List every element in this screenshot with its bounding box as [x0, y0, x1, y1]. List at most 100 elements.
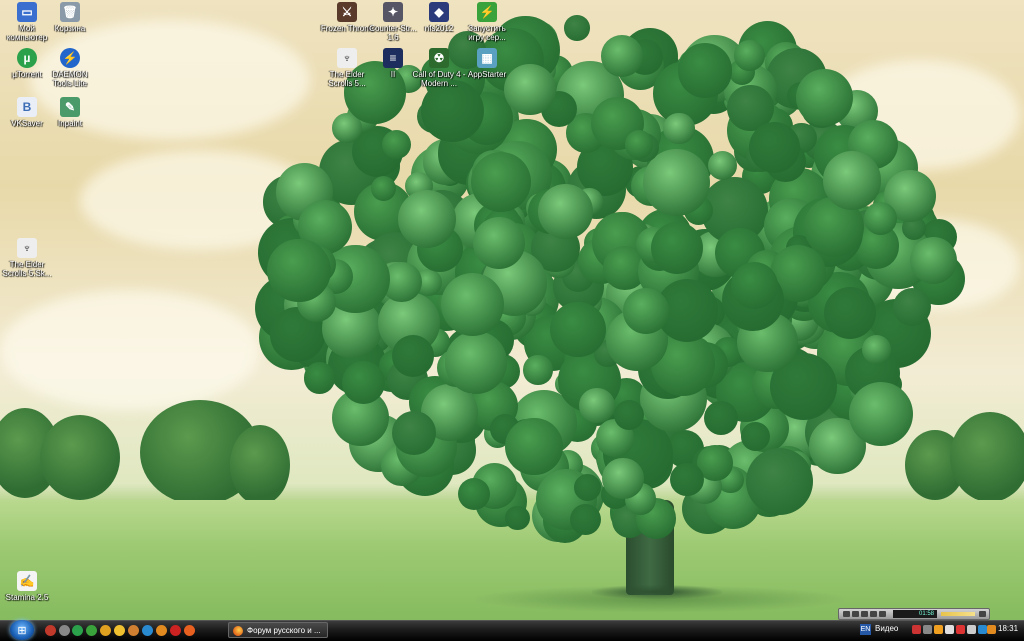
taskbar-button-label: Форум русского и ... — [247, 626, 321, 635]
leaf-cluster — [740, 421, 770, 451]
leaf-cluster — [381, 130, 411, 160]
leaf-cluster — [523, 355, 553, 385]
leaf-cluster — [573, 473, 601, 501]
leaf-cluster — [822, 150, 882, 210]
stamina-icon: ✍ — [17, 571, 37, 591]
leaf-cluster — [650, 221, 704, 275]
leaf-cluster — [441, 272, 505, 336]
daemon-tools-icon: ⚡ — [60, 48, 80, 68]
volume-slider[interactable] — [941, 612, 975, 616]
taskbar-button-firefox[interactable]: Форум русского и ... — [228, 622, 328, 638]
stop-icon[interactable] — [861, 611, 868, 617]
leaf-cluster — [864, 201, 898, 235]
leaf-cluster — [703, 401, 739, 436]
quicklaunch-media-icon[interactable] — [156, 625, 167, 636]
quicklaunch-chrome-icon[interactable] — [100, 625, 111, 636]
next-icon[interactable] — [879, 611, 886, 617]
tray-arrow-icon[interactable] — [912, 625, 921, 634]
desktop-icon-launch-game[interactable]: ⚡ Запустить игру сер... — [460, 2, 514, 42]
previous-icon[interactable] — [870, 611, 877, 617]
leaf-cluster — [677, 43, 733, 99]
leaf-cluster — [746, 447, 814, 516]
play-icon[interactable] — [843, 611, 850, 617]
desktop-icon-nfs[interactable]: ◆ nfs2012 — [412, 2, 466, 33]
quicklaunch-utorrent-icon[interactable] — [72, 625, 83, 636]
expand-icon[interactable] — [979, 611, 986, 617]
desktop-icon-recycle-bin[interactable]: 🗑 Корзина — [43, 2, 97, 33]
quicklaunch-game-icon[interactable] — [86, 625, 97, 636]
recycle-bin-icon: 🗑 — [60, 2, 80, 22]
leaf-cluster — [600, 35, 643, 78]
leaf-cluster — [795, 68, 853, 126]
cloud — [0, 290, 260, 410]
leaf-cluster — [392, 410, 437, 455]
frozen-throne-icon: ⚔ — [337, 2, 357, 22]
leaf-cluster — [602, 457, 644, 500]
leaf-cluster — [473, 217, 526, 270]
leaf-cluster — [622, 288, 669, 335]
desktop-icon-stamina[interactable]: ✍ Stamina 2.5 — [0, 571, 54, 602]
media-time-display: 01:58 — [893, 610, 937, 618]
ii-icon: ≡ — [383, 48, 403, 68]
leaf-cluster — [537, 184, 593, 239]
leaf-cluster — [748, 121, 800, 173]
leaf-cluster — [624, 130, 654, 159]
tray-volume-icon[interactable] — [967, 625, 976, 634]
tray-app-icon-4[interactable] — [987, 625, 996, 634]
leaf-cluster — [370, 176, 396, 202]
leaf-cluster — [471, 151, 532, 213]
tray-app-icon-2[interactable] — [945, 625, 954, 634]
appstarter-icon: ▦ — [477, 48, 497, 68]
quicklaunch-winamp-icon[interactable] — [128, 625, 139, 636]
quicklaunch-firefox-icon[interactable] — [184, 625, 195, 636]
background-tree — [40, 415, 120, 500]
leaf-cluster — [444, 331, 507, 394]
tray-antivirus-icon[interactable] — [956, 625, 965, 634]
counter-strike-icon: ✦ — [383, 2, 403, 22]
call-of-duty-icon: ☢ — [429, 48, 449, 68]
quicklaunch-opera-icon-2[interactable] — [170, 625, 181, 636]
quicklaunch-app-icon[interactable] — [59, 625, 70, 636]
leaf-cluster — [549, 301, 606, 358]
tree-canopy — [255, 8, 965, 568]
media-player-minibar[interactable]: 01:58 — [838, 608, 990, 620]
desktop-wallpaper — [0, 0, 1024, 620]
nfs-icon: ◆ — [429, 2, 449, 22]
desktop-icon-call-of-duty[interactable]: ☢ Call of Duty 4 - Modern ... — [412, 48, 466, 88]
taskbar-clock: 18:31 — [998, 624, 1019, 633]
quicklaunch-skype-icon[interactable] — [142, 625, 153, 636]
leaf-cluster — [849, 382, 913, 447]
leaf-cluster — [505, 505, 530, 531]
pause-icon[interactable] — [852, 611, 859, 617]
language-indicator[interactable]: EN — [860, 624, 871, 635]
desktop-icon-elder-scrolls[interactable]: ♆ The Elder Scrolls 5.Sk... — [0, 238, 54, 278]
quicklaunch-daemon-icon[interactable] — [114, 625, 125, 636]
tray-network-icon[interactable] — [923, 625, 932, 634]
leaf-cluster — [392, 334, 434, 377]
inpaint-icon: ✎ — [60, 97, 80, 117]
elder-scrolls-icon: ♆ — [17, 238, 37, 258]
desktop-icon-inpaint[interactable]: ✎ Inpaint — [43, 97, 97, 128]
desktop-icon-daemon-tools[interactable]: ⚡ DAEMON Tools Lite — [43, 48, 97, 88]
desktop-icon-appstarter[interactable]: ▦ AppStarter — [460, 48, 514, 79]
start-button[interactable]: ⊞ — [10, 620, 34, 640]
utorrent-icon: µ — [17, 48, 37, 68]
quicklaunch-opera-icon[interactable] — [45, 625, 56, 636]
tray-app-icon-3[interactable] — [978, 625, 987, 634]
leaf-cluster — [663, 112, 695, 144]
leaf-cluster — [669, 462, 704, 497]
leaf-cluster — [823, 286, 877, 339]
leaf-cluster — [303, 362, 336, 394]
tree-base — [592, 585, 722, 599]
leaf-cluster — [861, 334, 892, 364]
leaf-cluster — [569, 503, 602, 536]
video-toolbar-label[interactable]: Видео — [875, 624, 898, 633]
leaf-cluster — [267, 238, 331, 303]
vksaver-icon: B — [17, 97, 37, 117]
leaf-cluster — [564, 15, 590, 41]
leaf-cluster — [893, 287, 932, 326]
tray-app-icon[interactable] — [934, 625, 943, 634]
leaf-cluster — [734, 39, 765, 71]
leaf-cluster — [731, 262, 779, 309]
elder-scrolls-icon: ♆ — [337, 48, 357, 68]
